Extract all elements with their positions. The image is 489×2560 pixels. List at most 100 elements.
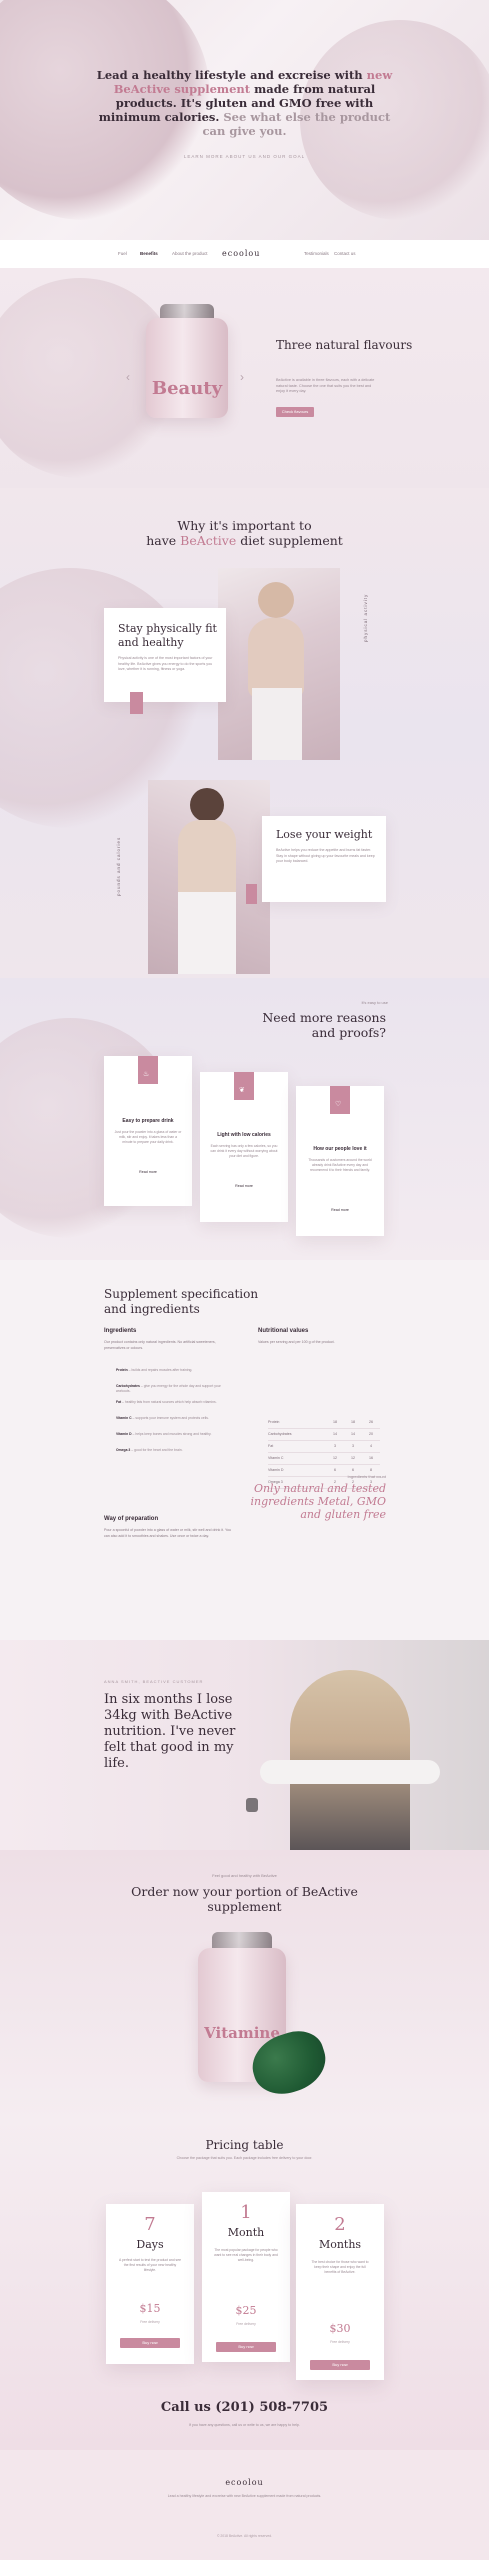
fitness-photo-2 (148, 780, 270, 974)
pricing-card-text: The most popular package for people who … (214, 2248, 278, 2262)
benefit-card-fit-accent (130, 692, 143, 714)
footer-text: Lead a healthy lifestyle and excreise wi… (167, 2494, 322, 2498)
check-flavours-button[interactable]: Check flavours (276, 407, 314, 417)
reasons-kicker: It's easy to use (361, 1000, 388, 1005)
top-nav: Fuel Benefits About the product ecoolou … (0, 240, 489, 268)
ingredients-text: Our product contains only natural ingred… (104, 1340, 216, 1350)
nutrition-heading: Nutritional values (258, 1328, 309, 1334)
chevron-right-icon[interactable]: › (240, 370, 244, 384)
hero-muted: See what else the product can give you. (202, 110, 391, 138)
fitness-photo-1 (218, 568, 340, 760)
call-us-subtitle: If you have any questions, call us or wr… (189, 2423, 300, 2427)
buy-now-button[interactable]: Buy now (216, 2342, 276, 2352)
pricing-card-number: 7 (144, 2214, 156, 2235)
benefit-card-fit-text: Physical activity is one of the most imp… (118, 656, 213, 671)
reason-card-3-read-more[interactable]: Read more (296, 1208, 384, 1212)
photo-torso (178, 820, 236, 898)
pricing-card-number: 1 (240, 2202, 252, 2223)
ingredients-quote: Only natural and tested ingredients Meta… (250, 1482, 386, 1521)
preparation-text: Pour a spoonful of powder into a glass o… (104, 1528, 232, 1538)
pricing-card-number: 2 (334, 2214, 346, 2235)
photo-towel (260, 1760, 440, 1784)
nav-item-fuel[interactable]: Fuel (118, 251, 127, 256)
vertical-label-pounds: pounds and calories (116, 836, 121, 896)
leaf-icon: ❦ (234, 1072, 254, 1100)
photo-body (248, 618, 304, 698)
ingredients-heading: Ingredients (104, 1328, 137, 1334)
ingredient-fat: Fat – healthy fats from natural sources … (116, 1400, 217, 1404)
product-bottle (146, 318, 228, 418)
benefit-card-weight-accent (246, 884, 257, 904)
pricing-card-text: The best choice for those who want to ke… (311, 2260, 369, 2274)
testimonial-quote: In six months I lose 34kg with BeActive … (104, 1692, 236, 1771)
reason-card-3-text: Thousands of customers around the world … (308, 1158, 372, 1172)
reason-card-2-title: Light with low calories (217, 1132, 271, 1138)
nav-item-about[interactable]: About the product (172, 251, 208, 256)
bottle-label: Beauty (151, 378, 223, 399)
why-title-line-2: have (146, 533, 181, 548)
ingredient-vitamin-d: Vitamin D – helps keep bones and muscles… (116, 1432, 212, 1436)
benefit-card-weight: Lose your weight BeActive helps you redu… (262, 816, 386, 902)
heart-icon: ♡ (330, 1086, 350, 1114)
pricing-card-unit: Months (318, 2238, 362, 2251)
spec-section (0, 1260, 489, 1640)
footer-copyright: © 2018 BeActive. All rights reserved. (216, 2534, 273, 2538)
pricing-card-7-days: 7 Days A perfect start to test the produ… (106, 2204, 194, 2364)
pricing-title: Pricing table (205, 2138, 284, 2152)
hero-sublink[interactable]: LEARN MORE ABOUT US AND OUR GOAL (0, 154, 489, 159)
photo-hair (190, 788, 224, 822)
why-title-line-1: Why it's important to (177, 518, 312, 533)
table-row: Vitamin C 12 12 16 (268, 1452, 380, 1465)
reason-card-2-read-more[interactable]: Read more (200, 1184, 288, 1188)
flavours-text: BeActive is available in three flavours,… (276, 378, 375, 393)
why-title: Why it's important to have BeActive diet… (0, 518, 489, 548)
pricing-card-text: A perfect start to test the product and … (118, 2258, 181, 2272)
ingredient-carbs: Carbohydrates – give you energy for the … (116, 1384, 221, 1393)
order-title: Order now your portion of BeActive suppl… (131, 1884, 358, 1914)
order-kicker: Feel good and healthy with BeActive (212, 1873, 277, 1878)
pricing-card-unit: Days (136, 2238, 164, 2251)
footer-logo[interactable]: ecoolou (0, 2478, 489, 2487)
testimonial-author: ANNA SMITH, BEACTIVE CUSTOMER (104, 1679, 204, 1684)
pricing-card-note: Free delivery (236, 2322, 256, 2326)
hero-headline: Lead a healthy lifestyle and excreise wi… (92, 68, 397, 138)
photo-pants (178, 892, 236, 974)
benefit-card-fit-title: Stay physically fit and healthy (118, 622, 217, 649)
reason-card-1-text: Just pour the powder into a glass of wat… (114, 1130, 182, 1144)
pricing-card-price: $15 (139, 2302, 161, 2315)
buy-now-button[interactable]: Buy now (310, 2360, 370, 2370)
call-us-phone[interactable]: Call us (201) 508-7705 (0, 2400, 489, 2415)
reason-card-3: ♡ How our people love it Thousands of cu… (296, 1086, 384, 1236)
reason-card-1-read-more[interactable]: Read more (104, 1170, 192, 1174)
hero-line-1: Lead a healthy lifestyle and excreise wi… (96, 68, 363, 82)
preparation-heading: Way of preparation (104, 1516, 159, 1522)
pricing-card-1-month: 1 Month The most popular package for peo… (202, 2192, 290, 2362)
reason-card-3-title: How our people love it (313, 1146, 367, 1152)
chevron-left-icon[interactable]: ‹ (126, 370, 130, 384)
ingredient-protein: Protein – builds and repairs muscles aft… (116, 1368, 193, 1372)
pricing-card-price: $25 (235, 2304, 257, 2317)
table-row: Protein 18 18 26 (268, 1416, 380, 1429)
why-title-line-2b: diet supplement (236, 533, 343, 548)
table-row: Fat 3 3 4 (268, 1440, 380, 1453)
cup-icon: ♨ (138, 1056, 158, 1084)
logo[interactable]: ecoolou (222, 249, 260, 258)
photo-legs (252, 688, 302, 760)
nav-item-benefits[interactable]: Benefits (140, 251, 158, 256)
benefit-card-weight-text: BeActive helps you reduce the appetite a… (276, 848, 375, 863)
photo-head (258, 582, 294, 618)
quote-kicker: Ingredients that count (347, 1474, 386, 1479)
flavours-section (0, 268, 489, 488)
vertical-label-physical: physical activity (363, 593, 368, 642)
nav-item-contact[interactable]: Contact us (334, 251, 356, 256)
nav-item-testimonials[interactable]: Testimonials (304, 251, 329, 256)
pricing-card-note: Free delivery (330, 2340, 350, 2344)
benefit-card-fit: Stay physically fit and healthy Physical… (104, 608, 226, 702)
buy-now-button[interactable]: Buy now (120, 2338, 180, 2348)
reason-card-1: ♨ Easy to prepare drink Just pour the po… (104, 1056, 192, 1206)
ingredient-vitamin-c: Vitamin C – supports your immune system … (116, 1416, 209, 1420)
pricing-card-price: $30 (329, 2322, 351, 2335)
ingredient-omega: Omega 3 – good for the heart and the bra… (116, 1448, 183, 1452)
reason-card-2: ❦ Light with low calories Each serving h… (200, 1072, 288, 1222)
table-row: Carbohydrates 14 14 20 (268, 1428, 380, 1441)
